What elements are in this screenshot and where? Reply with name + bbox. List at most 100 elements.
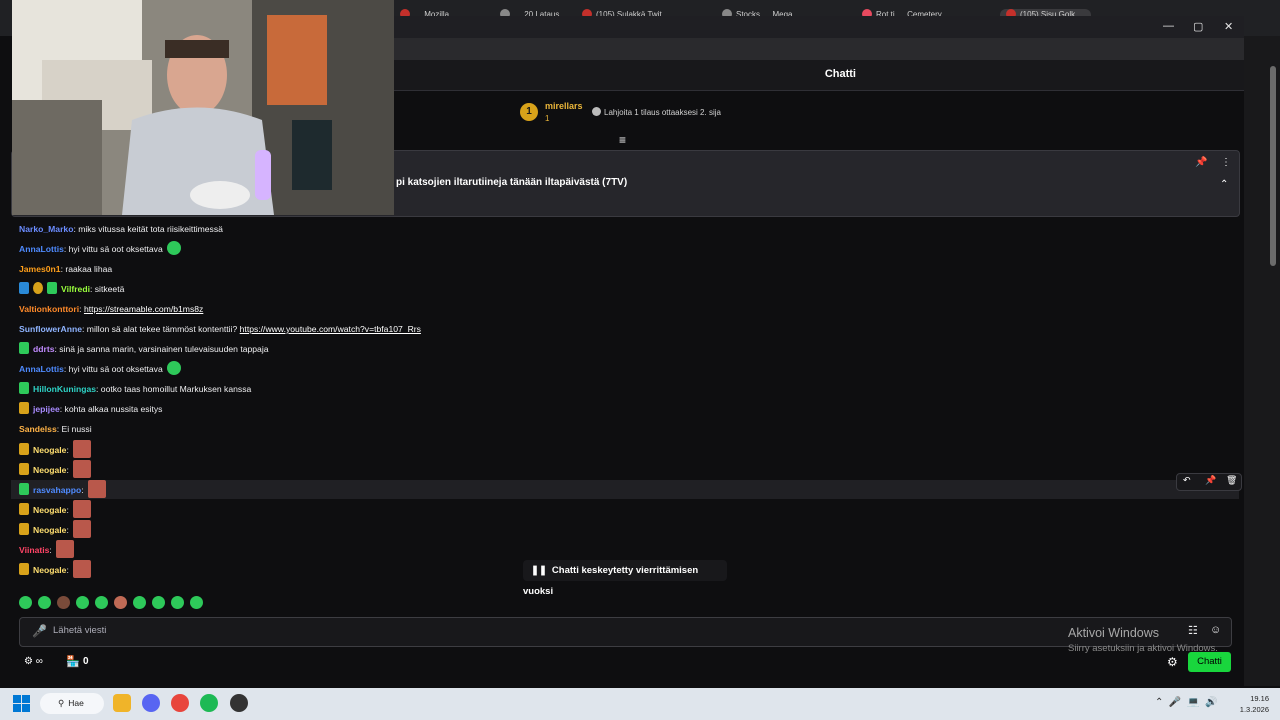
emote-icon <box>76 596 89 609</box>
translate-icon[interactable]: ☷ <box>1188 624 1198 637</box>
face-emote-icon[interactable] <box>73 460 92 478</box>
chat-username[interactable]: Viinatis <box>19 545 49 555</box>
windows-start-icon[interactable] <box>13 695 30 712</box>
face-emote-icon[interactable] <box>73 520 92 538</box>
face-emote-icon[interactable] <box>56 540 75 558</box>
chat-username[interactable]: Sandelss <box>19 424 57 434</box>
emote-icon[interactable] <box>166 361 181 375</box>
chat-message-text: : Ei nussi <box>56 424 92 434</box>
chat-message[interactable]: Vilfredi: sitkeetä <box>19 280 124 298</box>
face-emote-icon[interactable] <box>73 560 92 578</box>
recent-emotes-row[interactable] <box>19 596 209 612</box>
pin-icon[interactable]: 📌 <box>1195 157 1207 168</box>
face-emote-icon[interactable] <box>73 440 92 458</box>
chat-username[interactable]: Neogale <box>33 505 66 515</box>
chat-message[interactable]: Neogale: <box>19 440 92 458</box>
chrome-icon[interactable] <box>171 694 189 712</box>
chat-message[interactable]: James0n1: raakaa lihaa <box>19 260 112 278</box>
chat-message[interactable]: rasvahappo: <box>19 480 107 498</box>
sub-badge-icon <box>19 563 29 575</box>
chat-message[interactable]: HillonKuningas: ootko taas homoillut Mar… <box>19 380 251 398</box>
filter-icon[interactable]: ≡ <box>619 133 626 147</box>
chat-message-text: : raakaa lihaa <box>60 264 113 274</box>
discord-icon[interactable] <box>142 694 160 712</box>
chat-input-placeholder[interactable]: Lähetä viesti <box>53 625 106 636</box>
chat-message[interactable]: Valtionkonttori: https://streamable.com/… <box>19 300 203 318</box>
emote-icon <box>152 596 165 609</box>
chat-message-text: : miks vitussa keität tota riisikeittime… <box>73 224 223 234</box>
chat-username[interactable]: Narko_Marko <box>19 224 73 234</box>
chat-message[interactable]: Neogale: <box>19 560 92 578</box>
chat-message[interactable]: Viinatis: <box>19 540 75 558</box>
collapse-chevron-icon[interactable]: ⌃ <box>1220 179 1228 190</box>
chat-username[interactable]: Neogale <box>33 445 66 455</box>
window-toolbar <box>394 38 1244 60</box>
emoji-icon[interactable]: ☺ <box>1210 624 1221 636</box>
taskbar-clock[interactable]: 19.16 1.3.2026 <box>1237 693 1269 715</box>
chat-message[interactable]: SunflowerAnne: millon sä alat tekee tämm… <box>19 320 421 338</box>
chat-username[interactable]: Neogale <box>33 465 66 475</box>
gift-sub-prompt[interactable]: Lahjoita 1 tilaus ottaaksesi 2. sija <box>592 107 721 117</box>
chat-username[interactable]: rasvahappo <box>33 485 81 495</box>
scrollbar-thumb[interactable] <box>1270 66 1276 266</box>
mic-icon[interactable]: 🎤 <box>32 624 47 638</box>
obs-icon[interactable] <box>230 694 248 712</box>
chat-message-text: : <box>49 545 55 555</box>
face-emote-icon[interactable] <box>73 500 92 518</box>
more-options-icon[interactable]: ⋮ <box>1221 157 1231 168</box>
chat-username[interactable]: Vilfredi <box>61 284 90 294</box>
emote-icon[interactable] <box>166 241 181 255</box>
chat-paused-notice[interactable]: ❚❚ Chatti keskeytetty vierrittämisen vuok… <box>523 560 727 597</box>
maximize-button[interactable]: ▢ <box>1193 20 1203 33</box>
chat-username[interactable]: ddrts <box>33 344 54 354</box>
chat-message-text: : <box>81 485 87 495</box>
store-icon[interactable]: 🏪 <box>66 655 80 668</box>
chat-username[interactable]: Neogale <box>33 565 66 575</box>
chat-message-text: : sitkeetä <box>89 284 125 294</box>
chat-message-text: : <box>66 505 72 515</box>
chat-username[interactable]: jepijee <box>33 404 60 414</box>
close-button[interactable]: ✕ <box>1224 20 1233 33</box>
pin-icon[interactable]: 📌 <box>1205 475 1216 486</box>
reply-icon[interactable]: ↶ <box>1183 475 1191 486</box>
windows-activation-title: Aktivoi Windows <box>1068 626 1159 640</box>
gift-icon <box>592 107 601 116</box>
taskbar-search[interactable]: ⚲ Hae <box>40 693 104 714</box>
chat-username[interactable]: Valtionkonttori <box>19 304 79 314</box>
chat-message[interactable]: AnnaLottis: hyi vittu sä oot oksettava <box>19 240 181 258</box>
chat-message[interactable]: Neogale: <box>19 500 92 518</box>
chat-input-box[interactable]: 🎤 Lähetä viesti ☷ ☺ <box>19 617 1232 647</box>
chat-username[interactable]: HillonKuningas <box>33 384 96 394</box>
chat-message[interactable]: Sandelss: Ei nussi <box>19 420 92 438</box>
chat-message[interactable]: Neogale: <box>19 520 92 538</box>
webcam-image <box>12 0 394 215</box>
face-emote-icon[interactable] <box>88 480 107 498</box>
file-explorer-icon[interactable] <box>113 694 131 712</box>
chat-username[interactable]: SunflowerAnne <box>19 324 82 334</box>
chat-message[interactable]: jepijee: kohta alkaa nussita esitys <box>19 400 162 418</box>
chat-message[interactable]: AnnaLottis: hyi vittu sä oot oksettava <box>19 360 181 378</box>
chat-message[interactable]: Narko_Marko: miks vitussa keität tota ri… <box>19 220 223 238</box>
settings-gear-icon[interactable]: ⚙ <box>1167 655 1178 669</box>
minimize-button[interactable]: — <box>1163 20 1174 32</box>
chat-username[interactable]: James0n1 <box>19 264 61 274</box>
channel-points[interactable]: ⚙ ∞ <box>24 656 43 667</box>
system-tray-icons[interactable]: ⌃ 🎤 💻 🔊 <box>1155 697 1217 708</box>
chat-message-text: : kohta alkaa nussita esitys <box>59 404 163 414</box>
sub-badge-icon <box>19 483 29 495</box>
chat-username[interactable]: Neogale <box>33 525 66 535</box>
emote-icon <box>114 596 127 609</box>
chat-message[interactable]: ddrts: sinä ja sanna marin, varsinainen … <box>19 340 269 358</box>
window-titlebar <box>394 16 1244 38</box>
chat-link[interactable]: https://streamable.com/b1ms8z <box>84 304 203 314</box>
chat-message-text: : <box>66 445 72 455</box>
clock-date: 1.3.2026 <box>1239 705 1269 714</box>
spotify-icon[interactable] <box>200 694 218 712</box>
chat-username[interactable]: AnnaLottis <box>19 244 64 254</box>
chat-username[interactable]: AnnaLottis <box>19 364 64 374</box>
send-chat-button[interactable]: Chatti <box>1188 652 1231 672</box>
chat-message[interactable]: Neogale: <box>19 460 92 478</box>
leader-name[interactable]: mirellars <box>545 101 583 111</box>
chat-link[interactable]: https://www.youtube.com/watch?v=tbfa107_… <box>240 324 421 334</box>
delete-icon[interactable]: 🗑 <box>1226 475 1237 486</box>
